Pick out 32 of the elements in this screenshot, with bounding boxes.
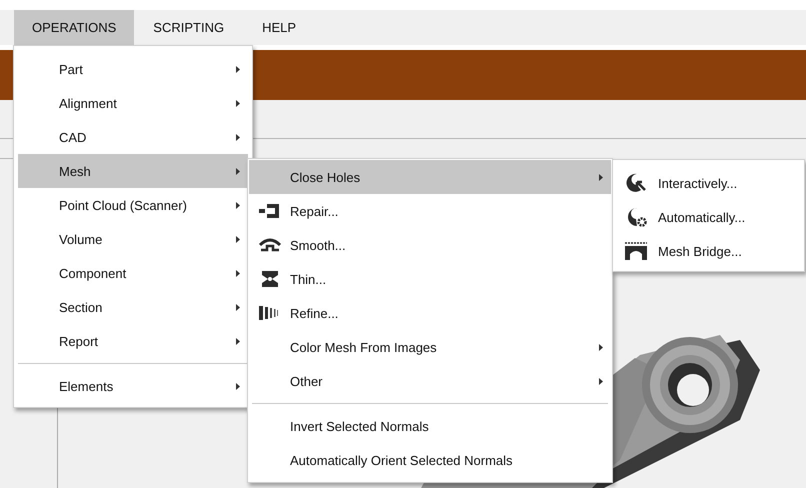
menu-item[interactable]: Report [18,324,248,358]
menu-item[interactable]: Smooth... [249,228,611,262]
menubar-item[interactable]: OPERATIONS [14,10,134,45]
hourglass-icon [260,271,280,287]
menu-item[interactable]: Alignment [18,86,248,120]
menubar-item[interactable]: HELP [243,10,316,45]
menu-item[interactable]: Other [249,364,611,398]
menu-item[interactable]: Mesh [18,154,248,188]
menu-item[interactable]: Color Mesh From Images [249,330,611,364]
menu-item[interactable]: Automatically... [614,200,803,234]
menu-item[interactable]: CAD [18,120,248,154]
bridge-icon [625,242,647,260]
arch-icon [258,238,280,252]
menu-item[interactable]: Mesh Bridge... [614,234,803,268]
menu-item[interactable]: Section [18,290,248,324]
menu-item[interactable]: Point Cloud (Scanner) [18,188,248,222]
menu-item[interactable]: Component [18,256,248,290]
menu-item[interactable]: Volume [18,222,248,256]
menu-item[interactable]: Refine... [249,296,611,330]
menu-item[interactable]: Elements [18,369,248,403]
menu-item[interactable]: Automatically Orient Selected Normals [249,443,611,477]
gear-icon [625,207,647,227]
menu-item[interactable]: Part [18,52,248,86]
menu-item[interactable]: Thin... [249,262,611,296]
menu-item[interactable]: Interactively... [614,166,803,200]
menu-item[interactable]: Close Holes [249,160,611,194]
bars-icon [258,306,280,320]
menu-item[interactable]: Repair... [249,194,611,228]
plug-icon [258,203,280,219]
menubar-item[interactable]: SCRIPTING [134,10,244,45]
menu-item[interactable]: Invert Selected Normals [249,409,611,443]
pointer-icon [625,173,647,193]
